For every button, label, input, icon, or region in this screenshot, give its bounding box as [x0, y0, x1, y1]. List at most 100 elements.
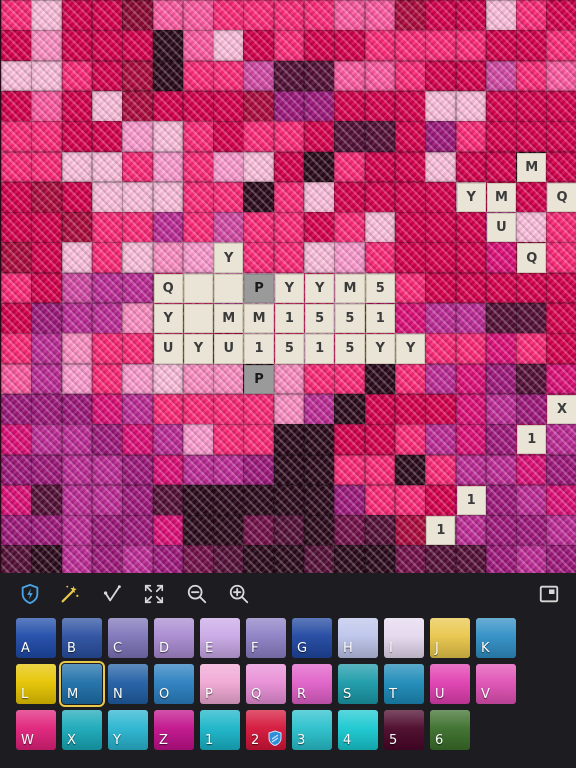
- stitch-cell[interactable]: [546, 454, 576, 486]
- stitch-cell[interactable]: [122, 90, 153, 122]
- stitch-cell[interactable]: [1, 333, 32, 365]
- stitch-cell[interactable]: [304, 181, 335, 213]
- fit-screen-icon[interactable]: [140, 580, 168, 608]
- stitch-cell[interactable]: [182, 151, 214, 183]
- stitch-cell[interactable]: [91, 424, 123, 455]
- unpainted-cell-label[interactable]: Y: [456, 182, 486, 213]
- color-swatch-b[interactable]: B: [62, 618, 102, 658]
- stitch-cell[interactable]: [1, 181, 32, 213]
- stitch-cell[interactable]: [425, 393, 456, 425]
- unpainted-cell-label[interactable]: Y: [395, 334, 426, 364]
- stitch-cell[interactable]: [364, 515, 396, 546]
- stitch-cell[interactable]: [516, 393, 547, 425]
- stitch-cell[interactable]: [364, 0, 396, 31]
- stitch-cell[interactable]: [485, 60, 517, 92]
- stitch-cell[interactable]: [516, 484, 547, 516]
- shield-bolt-icon[interactable]: [16, 580, 44, 608]
- stitch-cell[interactable]: [61, 0, 93, 31]
- stitch-cell[interactable]: [394, 181, 426, 213]
- stitch-cell[interactable]: [182, 181, 214, 213]
- stitch-cell[interactable]: [61, 212, 93, 243]
- stitch-cell[interactable]: [425, 484, 456, 516]
- stitch-cell[interactable]: [61, 393, 93, 425]
- stitch-cell[interactable]: [485, 515, 517, 546]
- unpainted-cell-label[interactable]: M: [486, 182, 517, 213]
- stitch-cell[interactable]: [334, 121, 366, 152]
- stitch-cell[interactable]: [1, 0, 32, 31]
- stitch-cell[interactable]: [31, 181, 63, 213]
- stitch-cell[interactable]: [304, 484, 335, 516]
- unpainted-cell-label[interactable]: Q: [153, 273, 183, 303]
- stitch-cell[interactable]: [304, 242, 335, 274]
- stitch-cell[interactable]: [213, 424, 244, 455]
- stitch-cell[interactable]: [182, 212, 214, 243]
- stitch-cell[interactable]: [546, 272, 576, 304]
- stitch-cell[interactable]: [243, 454, 275, 486]
- stitch-cell[interactable]: [485, 545, 517, 573]
- color-swatch-u[interactable]: U: [430, 664, 470, 704]
- stitch-canvas[interactable]: MYMQUYQQPYYM5YMM1551UYU1515YYPX111: [0, 0, 576, 573]
- stitch-cell[interactable]: [1, 272, 32, 304]
- unpainted-cell-label[interactable]: U: [214, 334, 244, 364]
- stitch-cell[interactable]: [273, 30, 305, 62]
- stitch-cell[interactable]: [61, 60, 93, 92]
- stitch-cell[interactable]: [546, 242, 576, 274]
- stitch-cell[interactable]: [122, 424, 153, 455]
- stitch-cell[interactable]: [485, 90, 517, 122]
- stitch-cell[interactable]: [485, 121, 517, 152]
- stitch-cell[interactable]: [516, 454, 547, 486]
- stitch-cell[interactable]: [152, 363, 184, 395]
- stitch-cell[interactable]: [364, 454, 396, 486]
- color-swatch-a[interactable]: A: [16, 618, 56, 658]
- stitch-cell[interactable]: [152, 181, 184, 213]
- stitch-cell[interactable]: [122, 333, 153, 365]
- stitch-cell[interactable]: [273, 424, 305, 455]
- stitch-cell[interactable]: [1, 242, 32, 274]
- color-swatch-m[interactable]: M: [59, 661, 105, 707]
- stitch-cell[interactable]: [152, 424, 184, 455]
- color-swatch-l[interactable]: L: [16, 664, 56, 704]
- stitch-cell[interactable]: [273, 484, 305, 516]
- stitch-cell[interactable]: [394, 121, 426, 152]
- stitch-cell[interactable]: [394, 363, 426, 395]
- unpainted-cell-label[interactable]: 5: [305, 304, 335, 334]
- stitch-cell[interactable]: [516, 333, 547, 365]
- stitch-cell[interactable]: [1, 151, 32, 183]
- stitch-cell[interactable]: [1, 363, 32, 395]
- stitch-cell[interactable]: [243, 212, 275, 243]
- unpainted-cell-label[interactable]: X: [547, 394, 576, 425]
- color-swatch-j[interactable]: J: [430, 618, 470, 658]
- stitch-cell[interactable]: [516, 121, 547, 152]
- stitch-cell[interactable]: [243, 181, 275, 213]
- stitch-cell[interactable]: [213, 0, 244, 31]
- zoom-in-icon[interactable]: [225, 580, 253, 608]
- stitch-cell[interactable]: [485, 393, 517, 425]
- stitch-cell[interactable]: [61, 90, 93, 122]
- stitch-cell[interactable]: [425, 242, 456, 274]
- color-swatch-y[interactable]: Y: [108, 710, 148, 750]
- stitch-cell[interactable]: [243, 515, 275, 546]
- stitch-cell[interactable]: [243, 484, 275, 516]
- stitch-cell[interactable]: [273, 393, 305, 425]
- stitch-cell[interactable]: [425, 90, 456, 122]
- stitch-cell[interactable]: [364, 424, 396, 455]
- color-swatch-t[interactable]: T: [384, 664, 424, 704]
- unpainted-cell-label[interactable]: M: [517, 152, 547, 182]
- stitch-cell[interactable]: [273, 0, 305, 31]
- stitch-cell[interactable]: [485, 333, 517, 365]
- stitch-cell[interactable]: [31, 272, 63, 304]
- stitch-cell[interactable]: [394, 303, 426, 334]
- stitch-cell[interactable]: [334, 454, 366, 486]
- stitch-cell[interactable]: [31, 121, 63, 152]
- stitch-cell[interactable]: [1, 212, 32, 243]
- stitch-cell[interactable]: [31, 454, 63, 486]
- stitch-cell[interactable]: [394, 151, 426, 183]
- stitch-cell[interactable]: [182, 242, 214, 274]
- stitch-cell[interactable]: [182, 454, 214, 486]
- stitch-cell[interactable]: [182, 363, 214, 395]
- stitch-cell[interactable]: [91, 242, 123, 274]
- stitch-cell[interactable]: [425, 212, 456, 243]
- stitch-cell[interactable]: [182, 30, 214, 62]
- unpainted-cell-label[interactable]: Q: [517, 243, 547, 273]
- stitch-cell[interactable]: [485, 30, 517, 62]
